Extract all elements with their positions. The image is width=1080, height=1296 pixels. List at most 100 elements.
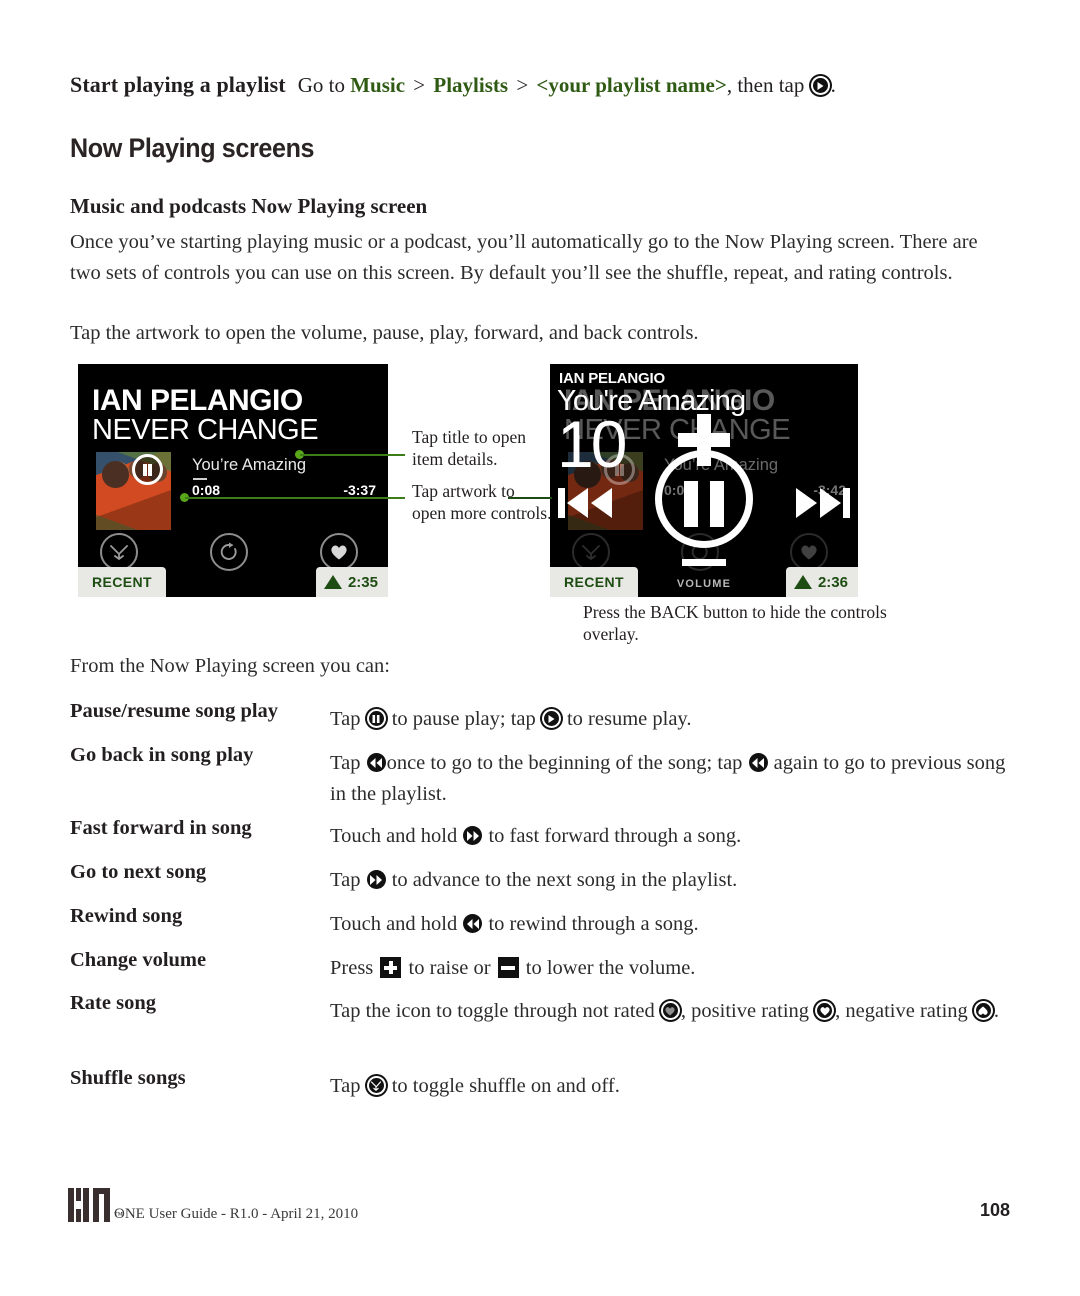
definition-description: Tap to pause play; tap to resume play. xyxy=(330,704,1010,735)
overlay-volume-level: 10 xyxy=(557,407,627,481)
left-artist-name: IAN PELANGIO xyxy=(92,384,303,417)
right-status-bar: RECENT VOLUME 2:36 xyxy=(550,567,858,597)
from-screen-paragraph: From the Now Playing screen you can: xyxy=(70,655,390,677)
definition-term: Fast forward in song xyxy=(70,817,252,839)
rewind-icon xyxy=(748,753,768,772)
footer-text: ONE User Guide - R1.0 - April 21, 2010 xyxy=(114,1206,359,1222)
tap-artwork-paragraph: Tap the artwork to open the volume, paus… xyxy=(70,322,699,344)
definition-description: Tap the icon to toggle through not rated… xyxy=(330,996,1010,1027)
right-signal-icon xyxy=(793,575,812,589)
now-playing-screenshot-overlay: IAN PELANGIO NEVER CHANGE You’re Amazing… xyxy=(550,364,858,597)
definition-text: to advance to the next song in the playl… xyxy=(386,869,738,891)
definition-text: , negative rating xyxy=(835,1000,973,1022)
pause-circle-icon xyxy=(366,709,386,728)
rating-positive-icon xyxy=(815,1001,835,1020)
definition-text: Touch and hold xyxy=(330,825,463,847)
definition-text: Press xyxy=(330,957,379,979)
definition-text: to pause play; tap xyxy=(386,708,541,730)
playlist-entry-row: Start playing a playlist Go to Music > Pl… xyxy=(70,72,1010,98)
definition-description: Tap once to go to the beginning of the s… xyxy=(330,748,1010,810)
repeat-icon[interactable] xyxy=(210,533,248,571)
right-heart-icon[interactable] xyxy=(790,533,828,571)
definition-term: Pause/resume song play xyxy=(70,700,279,722)
left-pause-badge-icon[interactable] xyxy=(132,454,163,485)
period: . xyxy=(830,73,836,97)
intro-paragraph: Once you’ve starting playing music or a … xyxy=(70,231,978,284)
definition-description: Touch and hold to fast forward through a… xyxy=(330,821,1010,852)
rewind-icon xyxy=(463,914,483,933)
definition-term: Rate song xyxy=(70,992,156,1014)
definition-text: , positive rating xyxy=(680,1000,815,1022)
definition-description: Press to raise or to lower the volume. xyxy=(330,953,1010,984)
nav-separator-2: > xyxy=(511,73,534,97)
left-time-current: 0:08 xyxy=(192,482,221,498)
nav-playlist-name[interactable]: <your playlist name> xyxy=(536,73,726,97)
playlist-entry-desc: Go to Music > Playlists > <your playlist… xyxy=(298,73,836,98)
definition-text: Tap xyxy=(330,708,366,730)
rewind-icon xyxy=(366,753,386,772)
fast-forward-icon xyxy=(366,870,386,889)
callout-leader-title xyxy=(300,454,405,456)
left-recent-button[interactable]: RECENT xyxy=(78,567,166,597)
left-time-remaining: -3:37 xyxy=(343,482,376,498)
next-icon[interactable] xyxy=(794,485,850,526)
left-song-title[interactable]: You’re Amazing xyxy=(192,456,306,475)
left-clock-time: 2:35 xyxy=(347,573,378,591)
definition-text: Tap xyxy=(330,1075,366,1097)
playlist-entry-term: Start playing a playlist xyxy=(70,72,286,97)
definition-text: to lower the volume. xyxy=(520,957,696,979)
definition-text: Touch and hold xyxy=(330,913,463,935)
definition-text: to rewind through a song. xyxy=(483,913,699,935)
play-circle-icon xyxy=(810,76,830,95)
now-playing-screenshot-default: IAN PELANGIO NEVER CHANGE You’re Amazing… xyxy=(78,364,388,597)
page-title: Now Playing screens xyxy=(70,133,315,163)
definition-description: Touch and hold to rewind through a song. xyxy=(330,909,1010,940)
rating-negative-icon xyxy=(973,1001,993,1020)
definition-text: Tap xyxy=(330,869,366,891)
shuffle-icon[interactable] xyxy=(100,533,138,571)
definition-text: to raise or xyxy=(403,957,496,979)
right-clock-time: 2:36 xyxy=(817,573,848,591)
definition-term: Go to next song xyxy=(70,861,207,883)
definition-text: to fast forward through a song. xyxy=(483,825,742,847)
rating-none-icon xyxy=(660,1001,680,1020)
signal-icon xyxy=(323,575,342,589)
pause-icon[interactable] xyxy=(655,450,753,548)
volume-down-icon[interactable] xyxy=(682,559,726,566)
left-status-bar: RECENT 2:35 xyxy=(78,567,388,597)
definition-text: to resume play. xyxy=(561,708,692,730)
definition-text: Tap xyxy=(330,752,366,774)
play-circle-icon xyxy=(541,709,561,728)
nav-playlists[interactable]: Playlists xyxy=(433,73,508,97)
shuffle-icon xyxy=(366,1076,386,1095)
left-clock-chip: 2:35 xyxy=(315,567,388,597)
kin-logo-mark xyxy=(68,1188,110,1222)
definition-text: to toggle shuffle on and off. xyxy=(386,1075,620,1097)
volume-up-icon xyxy=(380,957,402,978)
definition-term: Rewind song xyxy=(70,905,183,927)
callout-leader-artwork xyxy=(185,497,405,499)
volume-down-icon xyxy=(497,957,519,978)
section-subtitle: Music and podcasts Now Playing screen xyxy=(70,194,428,218)
right-clock-chip: 2:36 xyxy=(785,567,858,597)
definition-term: Shuffle songs xyxy=(70,1067,186,1089)
definition-description: Tap to toggle shuffle on and off. xyxy=(330,1071,1010,1102)
left-scrub-bar[interactable] xyxy=(193,478,207,480)
nav-music[interactable]: Music xyxy=(350,73,405,97)
previous-icon[interactable] xyxy=(558,485,614,526)
goto-label: Go to xyxy=(297,73,351,97)
definition-text: . xyxy=(993,1000,1000,1022)
fast-forward-icon xyxy=(463,826,483,845)
nav-separator-1: > xyxy=(408,73,431,97)
definition-text: Tap the icon to toggle through not rated xyxy=(330,1000,660,1022)
left-album-name: NEVER CHANGE xyxy=(92,414,319,446)
heart-icon[interactable] xyxy=(320,533,358,571)
definition-term: Go back in song play xyxy=(70,744,254,766)
callout-leader-artwork-right xyxy=(508,497,552,499)
callout-tap-title: Tap title to open item details. xyxy=(412,427,526,469)
definition-text: once to go to the beginning of the song;… xyxy=(386,752,748,774)
callout-tap-artwork: Tap artwork to open more controls. xyxy=(412,481,552,523)
definition-term: Change volume xyxy=(70,949,207,971)
then-tap-label: , then tap xyxy=(726,73,810,97)
right-shuffle-icon[interactable] xyxy=(572,533,610,571)
